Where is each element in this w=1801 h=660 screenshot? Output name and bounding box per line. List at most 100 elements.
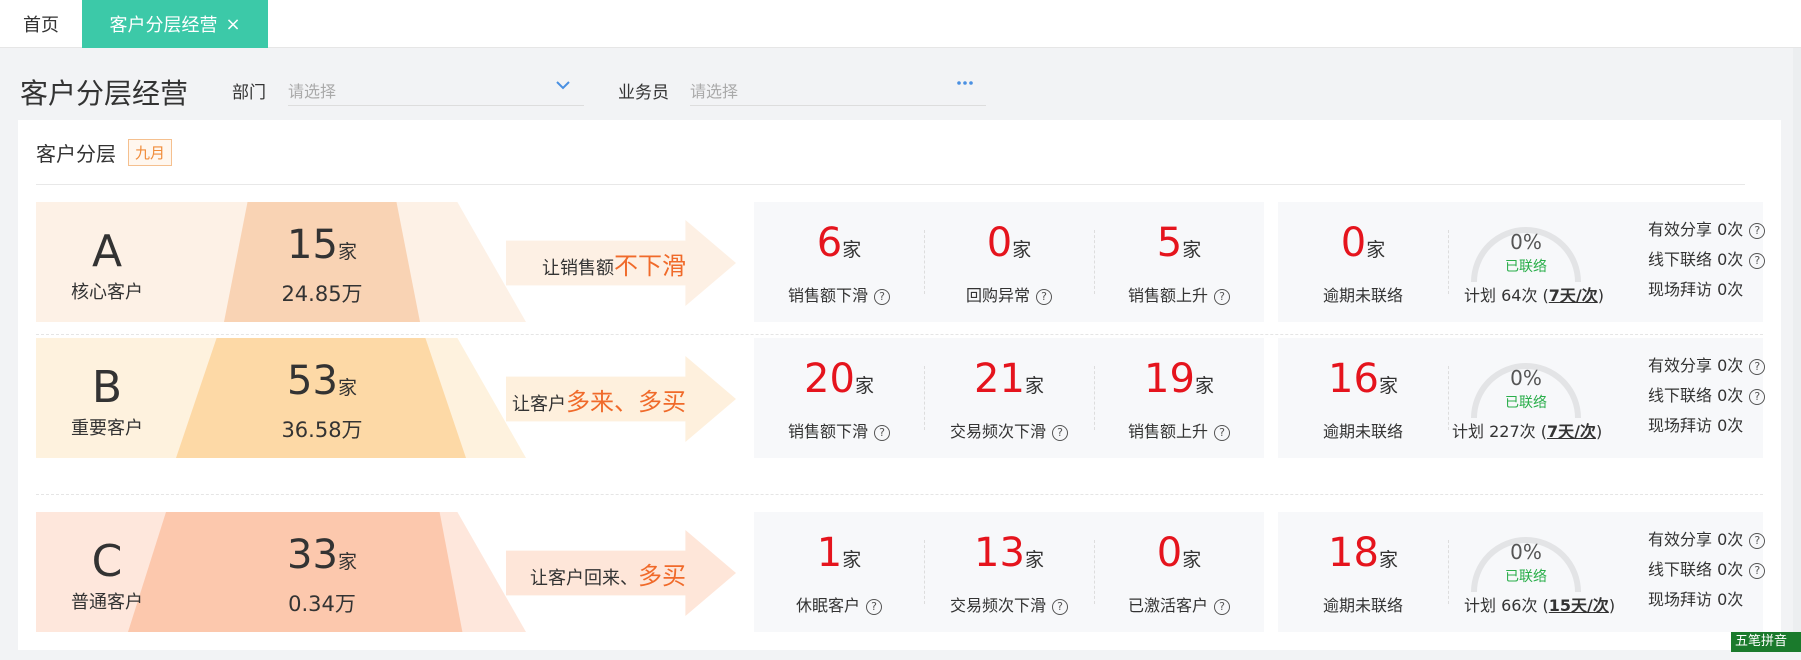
month-badge[interactable]: 九月	[128, 139, 173, 166]
stat-offline: 线下联络 0次?	[1648, 246, 1778, 276]
metric-item[interactable]: 19家 销售额上升?	[1094, 338, 1264, 458]
metric-item[interactable]: 1家 休眠客户?	[754, 512, 924, 632]
stat-text: 有效分享 0次	[1648, 530, 1744, 549]
overdue-item[interactable]: 16家 逾期未联络	[1278, 338, 1448, 458]
question-circle-icon[interactable]: ?	[1036, 289, 1052, 305]
count-value: 53	[287, 358, 338, 404]
question-circle-icon[interactable]: ?	[874, 425, 890, 441]
contact-stats: 有效分享 0次? 线下联络 0次? 现场拜访 0次	[1648, 216, 1778, 306]
plan-frequency-link[interactable]: 15天/次	[1549, 596, 1609, 615]
stat-text: 线下联络 0次	[1648, 250, 1744, 269]
salesman-label: 业务员	[618, 83, 669, 103]
contact-stats: 有效分享 0次? 线下联络 0次? 现场拜访 0次	[1648, 352, 1778, 442]
ellipsis-icon[interactable]	[956, 74, 974, 97]
slogan-highlight: 不下滑	[614, 252, 686, 280]
overdue-item[interactable]: 18家 逾期未联络	[1278, 512, 1448, 632]
contact-plan: 计划 66次 (15天/次)	[1464, 592, 1634, 616]
customer-tier-card: 客户分层 九月 A 核心客户 15家 24.85万 让销售额不下滑 6家 销售额…	[18, 120, 1781, 650]
slogan-prefix: 让客户回来、	[530, 568, 638, 589]
question-circle-icon[interactable]: ?	[1052, 599, 1068, 615]
contact-gauge: 0% 已联络	[1466, 360, 1586, 420]
question-circle-icon[interactable]: ?	[1052, 425, 1068, 441]
metric-unit: 家	[1182, 239, 1202, 261]
stat-text: 线下联络 0次	[1648, 386, 1744, 405]
customer-count[interactable]: 15家	[222, 222, 422, 268]
metrics-panel: 20家 销售额下滑? 21家 交易频次下滑? 19家 销售额上升?	[754, 338, 1264, 458]
metric-item[interactable]: 13家 交易频次下滑?	[924, 512, 1094, 632]
customer-count[interactable]: 33家	[222, 532, 422, 578]
tab-home[interactable]: 首页	[0, 0, 82, 48]
metric-value: 0	[986, 220, 1013, 266]
metric-value: 19	[1144, 356, 1195, 402]
slogan-highlight: 多买	[638, 562, 686, 590]
question-circle-icon[interactable]: ?	[1214, 289, 1230, 305]
contact-gauge: 0% 已联络	[1466, 534, 1586, 594]
question-circle-icon[interactable]: ?	[1749, 223, 1766, 239]
metric-unit: 家	[1194, 375, 1214, 397]
slogan-prefix: 让销售额	[542, 258, 614, 279]
divider	[1448, 366, 1449, 430]
stat-text: 现场拜访 0次	[1648, 280, 1744, 299]
stat-share: 有效分享 0次?	[1648, 352, 1778, 382]
question-circle-icon[interactable]: ?	[1749, 533, 1766, 549]
grade-name: 核心客户	[71, 282, 143, 303]
stat-text: 线下联络 0次	[1648, 560, 1744, 579]
metric-label: 销售额上升	[1127, 422, 1208, 441]
tier-row-c: C 普通客户 33家 0.34万 让客户回来、多买 1家 休眠客户? 13家 交…	[36, 512, 1766, 632]
sales-amount: 36.58万	[281, 418, 363, 442]
metric-label: 交易频次下滑	[949, 422, 1046, 441]
plan-suffix: )	[1595, 422, 1603, 441]
scrollbar-track[interactable]	[1793, 48, 1801, 638]
page-header: 客户分层经营 部门 请选择 业务员 请选择	[0, 48, 1801, 120]
count-unit: 家	[337, 551, 357, 573]
tier-band: A 核心客户 15家 24.85万 让销售额不下滑	[36, 202, 736, 322]
plan-frequency-link[interactable]: 7天/次	[1549, 286, 1598, 305]
plan-frequency-link[interactable]: 7天/次	[1547, 422, 1596, 441]
close-icon[interactable]: ×	[225, 14, 240, 35]
grade-name: 重要客户	[71, 418, 143, 439]
metric-value: 21	[974, 356, 1025, 402]
page-title: 客户分层经营	[20, 77, 189, 110]
count-unit: 家	[337, 377, 357, 399]
customer-count[interactable]: 53家	[222, 358, 422, 404]
metric-label: 销售额下滑	[787, 286, 868, 305]
gauge-percent: 0%	[1510, 540, 1542, 564]
metric-value: 5	[1156, 220, 1183, 266]
question-circle-icon[interactable]: ?	[874, 289, 890, 305]
metric-value: 13	[974, 530, 1025, 576]
chevron-down-icon[interactable]	[554, 76, 572, 99]
contact-plan: 计划 64次 (7天/次)	[1464, 282, 1634, 306]
salesman-select[interactable]: 请选择	[690, 72, 986, 106]
question-circle-icon[interactable]: ?	[1749, 389, 1766, 405]
metric-item[interactable]: 21家 交易频次下滑?	[924, 338, 1094, 458]
gauge-state: 已联络	[1505, 569, 1547, 585]
question-circle-icon[interactable]: ?	[1749, 253, 1766, 269]
tab-customer-tiering[interactable]: 客户分层经营 ×	[82, 0, 268, 48]
overdue-item[interactable]: 0家 逾期未联络	[1278, 202, 1448, 322]
metric-item[interactable]: 0家 已激活客户?	[1094, 512, 1264, 632]
count-value: 15	[287, 222, 338, 268]
question-circle-icon[interactable]: ?	[1214, 599, 1230, 615]
metric-item[interactable]: 5家 销售额上升?	[1094, 202, 1264, 322]
metric-value: 1	[816, 530, 843, 576]
stat-share: 有效分享 0次?	[1648, 216, 1778, 246]
question-circle-icon[interactable]: ?	[866, 599, 882, 615]
metric-label: 交易频次下滑	[949, 596, 1046, 615]
question-circle-icon[interactable]: ?	[1214, 425, 1230, 441]
question-circle-icon[interactable]: ?	[1749, 359, 1766, 375]
divider	[36, 184, 1745, 185]
stat-text: 有效分享 0次	[1648, 220, 1744, 239]
ime-badge[interactable]: 五笔拼音	[1731, 632, 1801, 652]
tab-bar: 首页 客户分层经营 ×	[0, 0, 1801, 48]
overdue-label: 逾期未联络	[1322, 596, 1403, 615]
overdue-label: 逾期未联络	[1322, 422, 1403, 441]
metric-item[interactable]: 20家 销售额下滑?	[754, 338, 924, 458]
metric-unit: 家	[842, 239, 862, 261]
metric-item[interactable]: 0家 回购异常?	[924, 202, 1094, 322]
question-circle-icon[interactable]: ?	[1749, 563, 1766, 579]
stat-visit: 现场拜访 0次	[1648, 586, 1778, 616]
metric-item[interactable]: 6家 销售额下滑?	[754, 202, 924, 322]
slogan-prefix: 让客户	[512, 394, 566, 415]
dept-select[interactable]: 请选择	[288, 72, 584, 106]
overdue-label: 逾期未联络	[1322, 286, 1403, 305]
